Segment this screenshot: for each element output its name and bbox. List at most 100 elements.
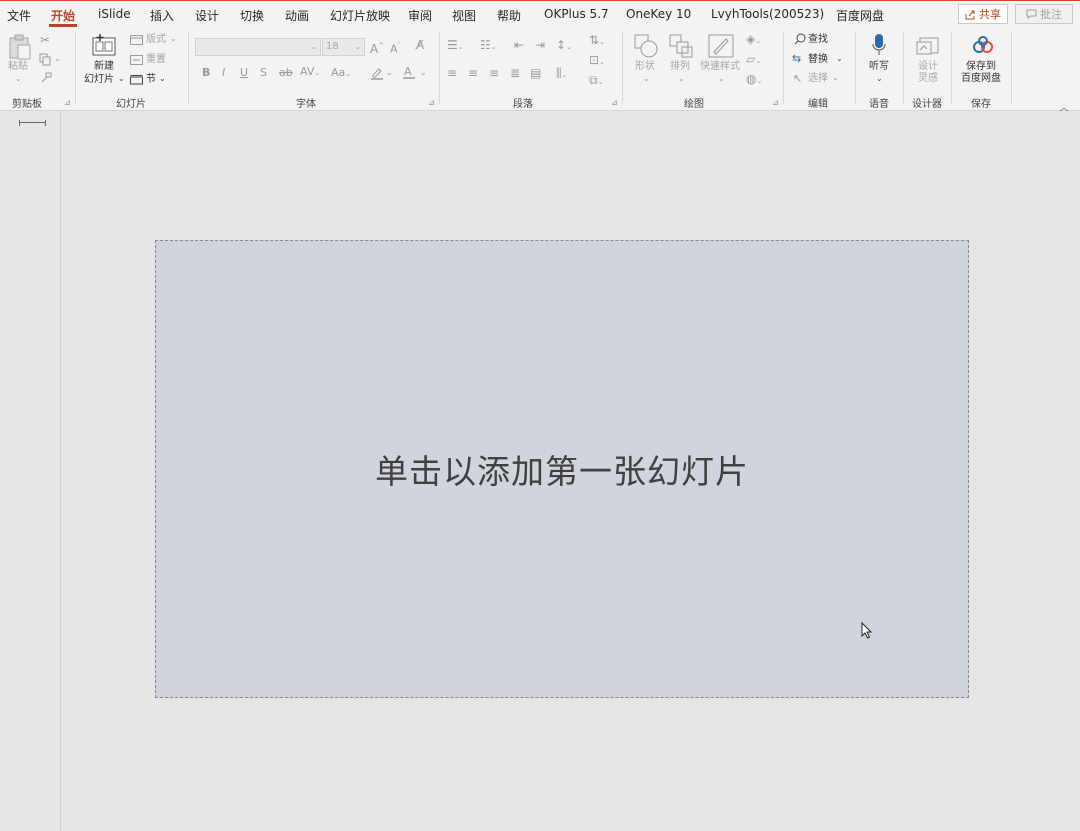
line-spacing-icon[interactable]: ↕⌄	[556, 38, 572, 54]
select-button[interactable]: 选择	[808, 73, 828, 85]
font-color-dropdown-icon[interactable]: ⌄	[420, 66, 427, 80]
replace-button[interactable]: 替换	[808, 54, 828, 66]
distributed-icon[interactable]: ▤	[530, 66, 541, 80]
new-slide-label-1[interactable]: 新建	[94, 61, 114, 73]
section-button[interactable]: 节	[146, 74, 156, 86]
drawing-group-label: 绘图	[684, 99, 704, 110]
shape-outline-icon[interactable]: ▱⌄	[746, 52, 761, 68]
replace-icon: ⇆	[792, 52, 802, 65]
highlight-icon[interactable]	[370, 66, 384, 80]
increase-indent-icon[interactable]: ⇥	[535, 38, 545, 52]
align-center-icon[interactable]: ≡	[468, 66, 478, 80]
arrange-dropdown-icon[interactable]: ⌄	[678, 72, 685, 86]
format-painter-icon[interactable]	[40, 72, 52, 84]
strikethrough-icon[interactable]: ab	[279, 66, 293, 80]
layout-dropdown-icon[interactable]: ⌄	[170, 32, 177, 46]
copy-dropdown-icon[interactable]: ⌄	[54, 52, 61, 66]
section-dropdown-icon[interactable]: ⌄	[159, 72, 166, 86]
tab-file[interactable]: 文件	[7, 7, 31, 24]
tab-help[interactable]: 帮助	[497, 7, 521, 24]
tab-okplus[interactable]: OKPlus 5.7	[544, 7, 609, 21]
text-direction-icon[interactable]: ⇅⌄	[589, 33, 605, 49]
highlight-dropdown-icon[interactable]: ⌄	[386, 66, 393, 80]
change-case-label: Aa	[331, 66, 346, 79]
tab-onekey[interactable]: OneKey 10	[626, 7, 691, 21]
slide-thumbnail-pane[interactable]	[0, 111, 61, 831]
change-case-button[interactable]: Aa⌄	[331, 66, 351, 81]
align-text-icon[interactable]: ⊡⌄	[589, 53, 605, 69]
share-button[interactable]: 共享	[958, 4, 1008, 24]
tab-home[interactable]: 开始	[48, 7, 78, 27]
tab-slideshow[interactable]: 幻灯片放映	[330, 7, 390, 24]
copy-icon[interactable]	[39, 53, 51, 66]
align-right-icon[interactable]: ≡	[489, 66, 499, 80]
menu-bar: 文件 开始 iSlide 插入 设计 切换 动画 幻灯片放映 审阅 视图 帮助 …	[0, 0, 1080, 28]
tab-review[interactable]: 审阅	[408, 7, 432, 24]
italic-icon[interactable]: I	[222, 66, 225, 80]
tab-insert[interactable]: 插入	[150, 7, 174, 24]
tab-design[interactable]: 设计	[195, 7, 219, 24]
shape-fill-icon[interactable]: ◈⌄	[746, 32, 761, 48]
drawing-launcher-icon[interactable]: ⊿	[772, 98, 779, 107]
divider	[1011, 32, 1012, 104]
decrease-font-icon[interactable]: Aˇ	[390, 39, 401, 57]
save-to-baidu-label-2[interactable]: 百度网盘	[961, 73, 1001, 85]
numbering-icon[interactable]: ☷⌄	[480, 38, 497, 54]
new-slide-dropdown-icon[interactable]: ⌄	[118, 72, 125, 86]
paragraph-group-label: 段落	[513, 99, 533, 110]
font-color-icon[interactable]: A	[402, 65, 416, 80]
justify-icon[interactable]: ≣	[510, 66, 520, 80]
add-first-slide-placeholder[interactable]: 单击以添加第一张幻灯片	[155, 240, 969, 698]
align-left-icon[interactable]: ≡	[447, 66, 457, 80]
divider	[188, 32, 189, 104]
replace-dropdown-icon[interactable]: ⌄	[836, 52, 843, 66]
quick-styles-dropdown-icon[interactable]: ⌄	[718, 72, 725, 86]
clear-formatting-icon[interactable]: A̸	[416, 38, 424, 52]
clipboard-launcher-icon[interactable]: ⊿	[64, 98, 71, 107]
tab-islide[interactable]: iSlide	[98, 7, 131, 21]
paragraph-launcher-icon[interactable]: ⊿	[611, 98, 618, 107]
font-size-dropdown[interactable]: 18 ⌄	[322, 38, 365, 56]
section-icon	[130, 75, 143, 85]
tab-transitions[interactable]: 切换	[240, 7, 264, 24]
comment-button[interactable]: 批注	[1015, 4, 1073, 24]
editing-group-label: 编辑	[808, 99, 828, 110]
reset-icon	[130, 55, 143, 65]
dictate-dropdown-icon[interactable]: ⌄	[876, 72, 883, 86]
decrease-indent-icon[interactable]: ⇤	[514, 38, 524, 52]
divider	[75, 32, 76, 104]
font-size-value: 18	[326, 41, 339, 52]
font-launcher-icon[interactable]: ⊿	[428, 98, 435, 107]
bullets-icon[interactable]: ☰⌄	[447, 38, 464, 54]
comment-icon	[1026, 9, 1037, 19]
tab-lvyhtools[interactable]: LvyhTools(200523)	[711, 7, 824, 21]
smartart-icon[interactable]: ⧉⌄	[589, 73, 603, 89]
divider	[783, 32, 784, 104]
new-slide-label-2[interactable]: 幻灯片	[84, 74, 114, 86]
underline-icon[interactable]: U	[240, 66, 248, 80]
font-name-dropdown[interactable]: ⌄	[195, 38, 321, 56]
design-ideas-label-1[interactable]: 设计	[918, 61, 938, 73]
columns-icon[interactable]: ⫼⌄	[556, 66, 567, 82]
find-icon	[794, 33, 806, 45]
bold-icon[interactable]: B	[202, 66, 210, 80]
tab-animations[interactable]: 动画	[285, 7, 309, 24]
reset-button[interactable]: 重置	[146, 54, 166, 66]
save-to-baidu-label-1[interactable]: 保存到	[966, 61, 996, 73]
font-group-label: 字体	[296, 99, 316, 110]
select-dropdown-icon[interactable]: ⌄	[832, 71, 839, 85]
tab-baidu-netdisk[interactable]: 百度网盘	[836, 7, 884, 24]
paste-dropdown-icon[interactable]: ⌄	[15, 72, 22, 86]
increase-font-icon[interactable]: A^	[370, 39, 384, 56]
shapes-dropdown-icon[interactable]: ⌄	[643, 72, 650, 86]
text-shadow-icon[interactable]: S	[260, 66, 267, 80]
layout-button[interactable]: 版式	[146, 34, 166, 46]
tab-view[interactable]: 视图	[452, 7, 476, 24]
cut-icon[interactable]: ✂	[40, 33, 50, 47]
design-ideas-label-2[interactable]: 灵感	[918, 73, 938, 85]
find-button[interactable]: 查找	[808, 34, 828, 46]
shape-effects-icon[interactable]: ◍⌄	[746, 72, 762, 88]
design-ideas-icon	[916, 37, 939, 55]
char-spacing-icon[interactable]: AV⌄	[300, 65, 320, 80]
insertion-marker	[19, 120, 46, 126]
